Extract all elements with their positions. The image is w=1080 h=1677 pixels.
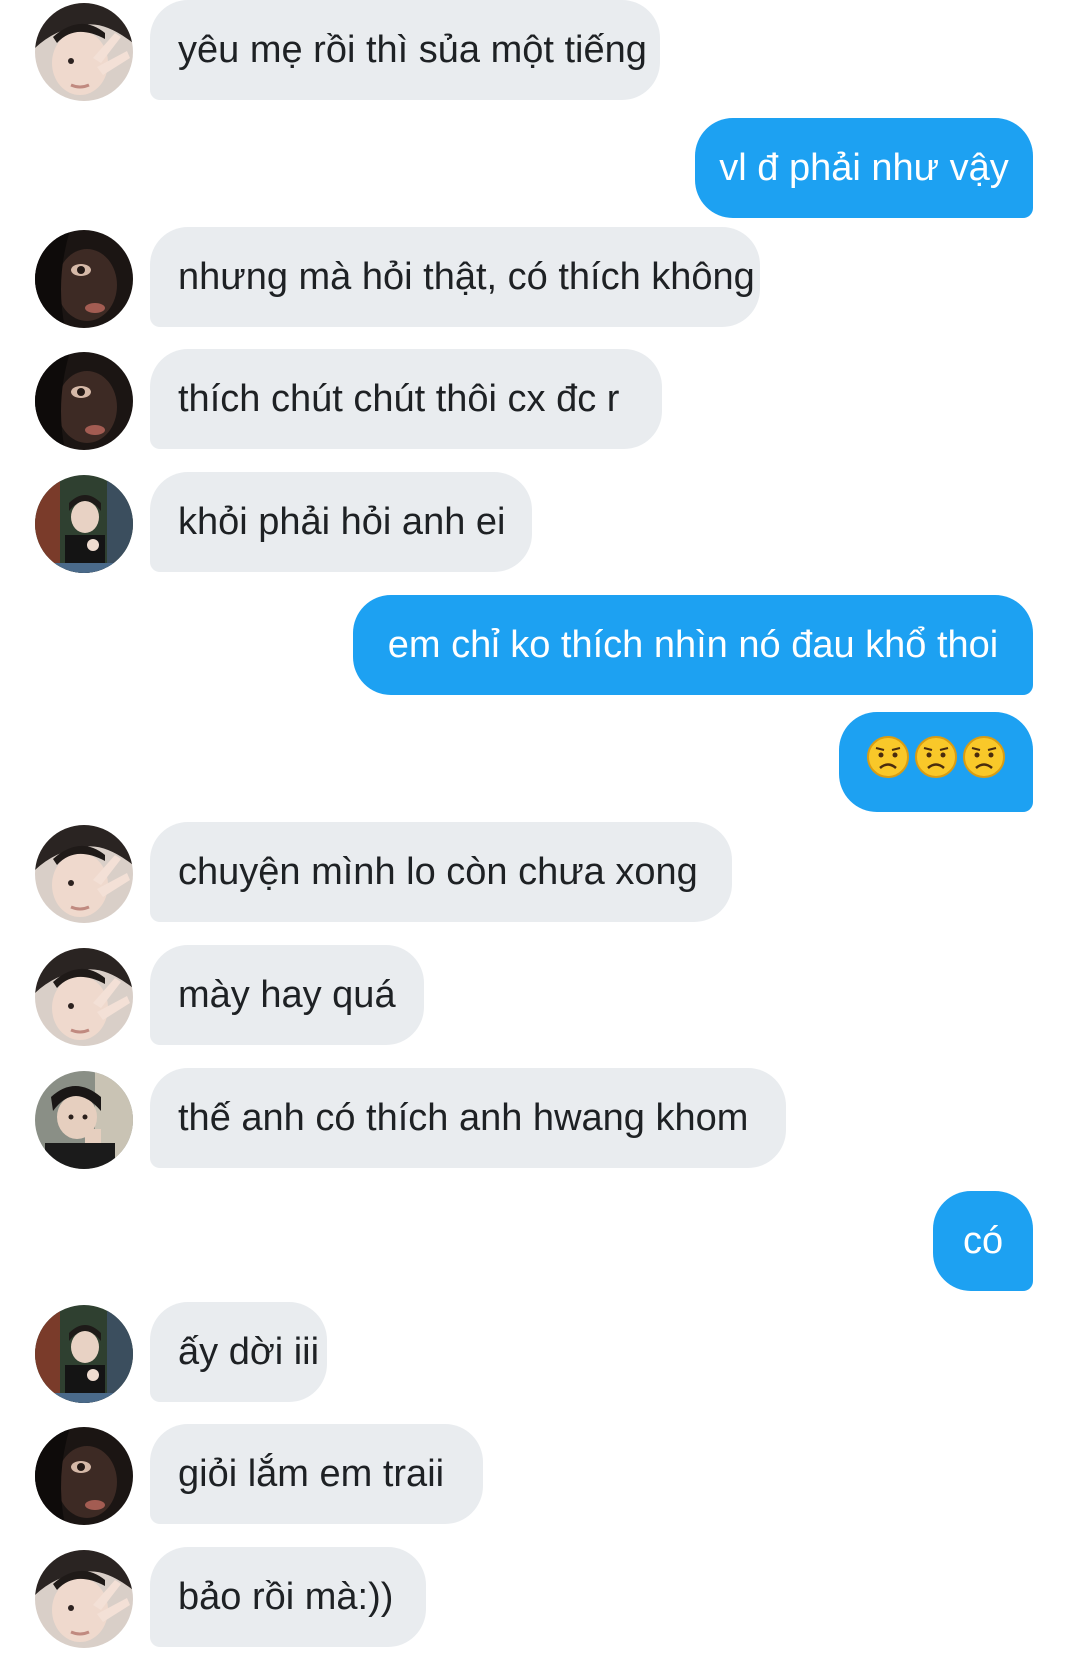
avatar[interactable] xyxy=(35,1071,133,1169)
avatar-peace-sign-icon xyxy=(35,825,133,923)
message-text: vl đ phải như vậy xyxy=(719,146,1009,189)
incoming-message-bubble[interactable]: nhưng mà hỏi thật, có thích không xyxy=(150,227,760,327)
message-row: nhưng mà hỏi thật, có thích không xyxy=(0,227,1080,328)
avatar[interactable] xyxy=(35,1305,133,1403)
worried-face-icon xyxy=(914,735,958,789)
message-text: ấy dời iii xyxy=(178,1330,320,1373)
incoming-message-bubble[interactable]: thích chút chút thôi cx đc r xyxy=(150,349,662,449)
message-text: thích chút chút thôi cx đc r xyxy=(178,377,620,420)
incoming-message-bubble[interactable]: giỏi lắm em traii xyxy=(150,1424,483,1524)
message-row: giỏi lắm em traii xyxy=(0,1424,1080,1525)
message-text: bảo rồi mà:)) xyxy=(178,1575,394,1618)
incoming-message-bubble[interactable]: chuyện mình lo còn chưa xong xyxy=(150,822,732,922)
avatar-peace-sign-icon xyxy=(35,948,133,1046)
message-text: chuyện mình lo còn chưa xong xyxy=(178,850,698,893)
message-text: yêu mẹ rồi thì sủa một tiếng xyxy=(178,28,647,71)
message-row: em chỉ ko thích nhìn nó đau khổ thoi xyxy=(0,595,1080,695)
message-row: chuyện mình lo còn chưa xong xyxy=(0,822,1080,923)
incoming-message-bubble[interactable]: bảo rồi mà:)) xyxy=(150,1547,426,1647)
incoming-message-bubble[interactable]: yêu mẹ rồi thì sủa một tiếng xyxy=(150,0,660,100)
outgoing-message-bubble[interactable]: em chỉ ko thích nhìn nó đau khổ thoi xyxy=(353,595,1033,695)
incoming-message-bubble[interactable]: khỏi phải hỏi anh ei xyxy=(150,472,532,572)
message-text: khỏi phải hỏi anh ei xyxy=(178,500,506,543)
message-text: có xyxy=(962,1219,1004,1262)
message-row: vl đ phải như vậy xyxy=(0,118,1080,218)
message-row: mày hay quá xyxy=(0,945,1080,1046)
outgoing-message-bubble[interactable]: vl đ phải như vậy xyxy=(695,118,1033,218)
avatar-dark-hood-icon xyxy=(35,352,133,450)
message-row: có xyxy=(0,1191,1080,1291)
message-row: yêu mẹ rồi thì sủa một tiếng xyxy=(0,0,1080,101)
avatar-train-seat-icon xyxy=(35,1305,133,1403)
message-text: nhưng mà hỏi thật, có thích không xyxy=(178,255,755,298)
message-row: thích chút chút thôi cx đc r xyxy=(0,349,1080,450)
avatar[interactable] xyxy=(35,948,133,1046)
message-row: khỏi phải hỏi anh ei xyxy=(0,472,1080,573)
avatar-dark-hood-icon xyxy=(35,230,133,328)
message-text: em chỉ ko thích nhìn nó đau khổ thoi xyxy=(387,623,999,666)
outgoing-message-bubble[interactable] xyxy=(839,712,1033,812)
message-row: ấy dời iii xyxy=(0,1302,1080,1403)
avatar[interactable] xyxy=(35,352,133,450)
message-text: mày hay quá xyxy=(178,973,396,1016)
outgoing-message-bubble[interactable]: có xyxy=(933,1191,1033,1291)
message-row xyxy=(0,712,1080,812)
avatar-bus-window-icon xyxy=(35,1071,133,1169)
avatar-dark-hood-icon xyxy=(35,1427,133,1525)
incoming-message-bubble[interactable]: thế anh có thích anh hwang khom xyxy=(150,1068,786,1168)
worried-face-icon xyxy=(866,735,910,789)
avatar[interactable] xyxy=(35,475,133,573)
avatar[interactable] xyxy=(35,1427,133,1525)
message-row: thế anh có thích anh hwang khom xyxy=(0,1068,1080,1169)
avatar[interactable] xyxy=(35,825,133,923)
avatar[interactable] xyxy=(35,1550,133,1648)
incoming-message-bubble[interactable]: ấy dời iii xyxy=(150,1302,327,1402)
avatar-peace-sign-icon xyxy=(35,1550,133,1648)
avatar-peace-sign-icon xyxy=(35,3,133,101)
avatar[interactable] xyxy=(35,3,133,101)
message-text: thế anh có thích anh hwang khom xyxy=(178,1096,749,1139)
chat-thread: yêu mẹ rồi thì sủa một tiếng vl đ phải n… xyxy=(0,0,1080,1677)
avatar-train-seat-icon xyxy=(35,475,133,573)
worried-face-icon xyxy=(962,735,1006,789)
message-text: giỏi lắm em traii xyxy=(178,1452,445,1495)
avatar[interactable] xyxy=(35,230,133,328)
incoming-message-bubble[interactable]: mày hay quá xyxy=(150,945,424,1045)
message-row: bảo rồi mà:)) xyxy=(0,1547,1080,1648)
